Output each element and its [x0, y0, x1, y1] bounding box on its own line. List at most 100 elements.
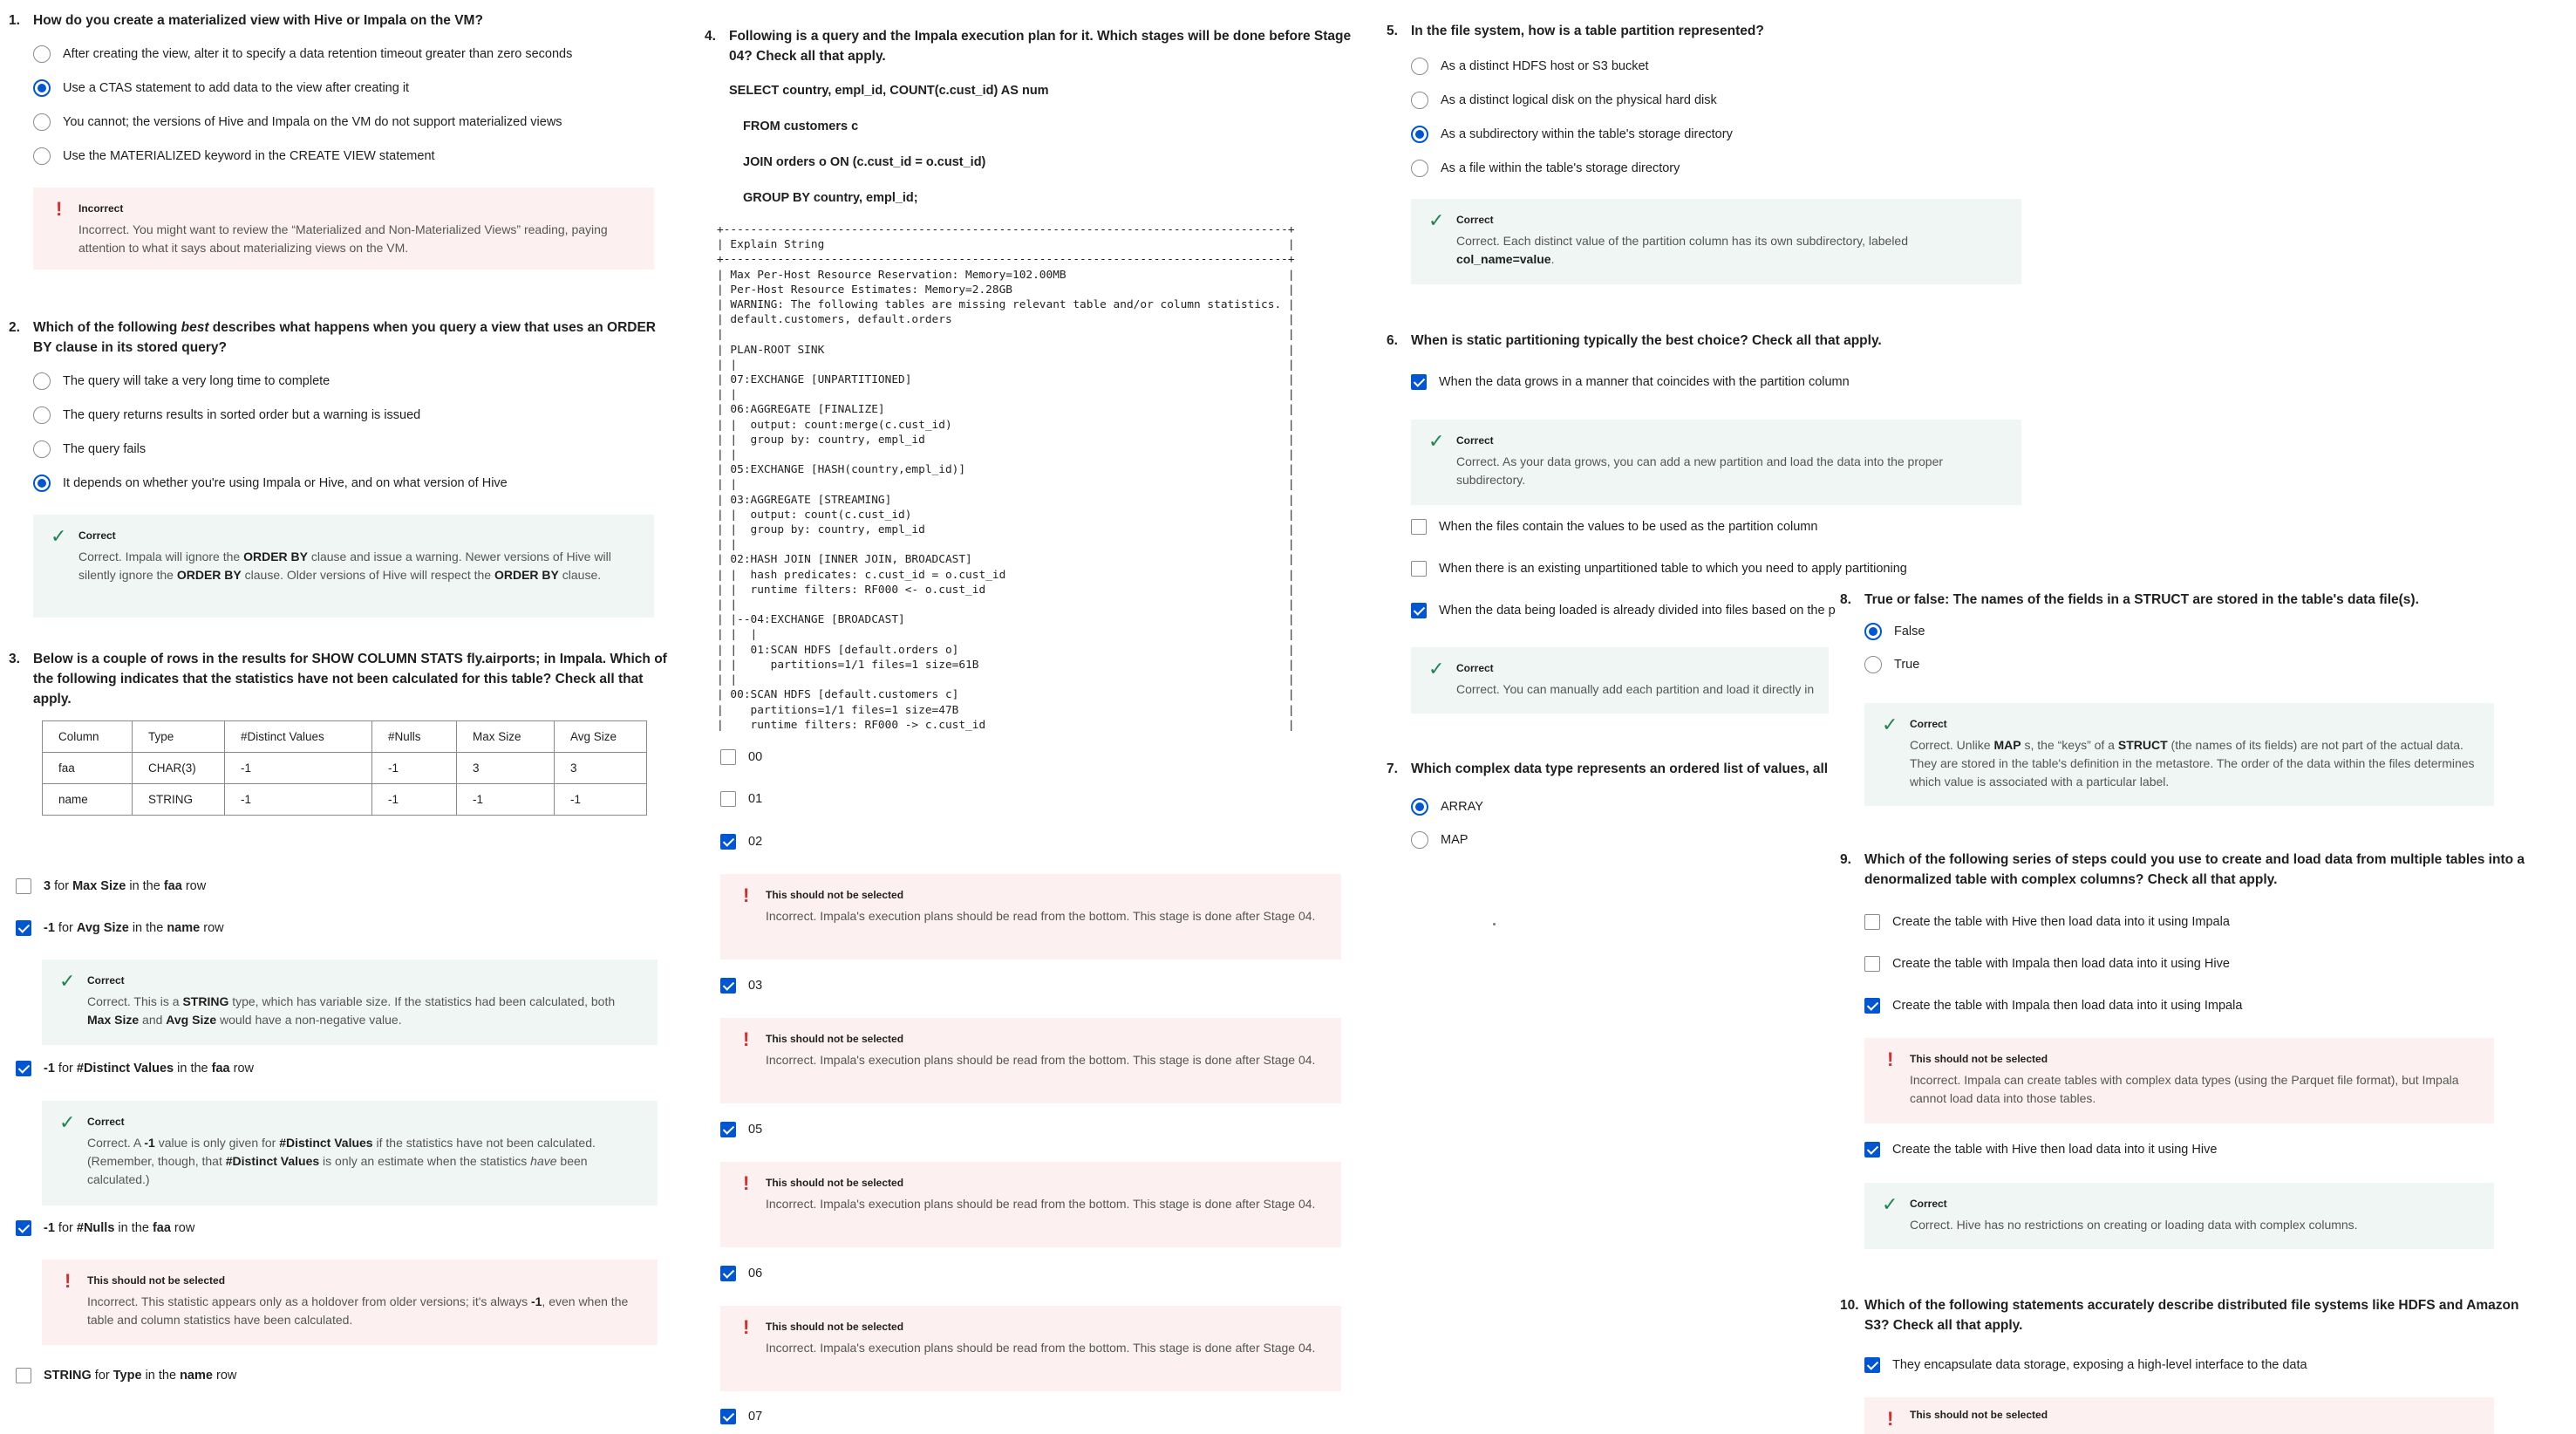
q4-option-01[interactable]: 01	[720, 789, 762, 809]
q1-option-3[interactable]: You cannot; the versions of Hive and Imp…	[33, 112, 671, 133]
q3-option-distinct-faa[interactable]: -1 for #Distinct Values in the faa row	[16, 1058, 254, 1079]
question-6: 6. When is static partitioning typically …	[1387, 331, 2049, 351]
checkbox-checked[interactable]	[1864, 998, 1880, 1014]
q9-option-4[interactable]: Create the table with Hive then load dat…	[1864, 1139, 2217, 1160]
checkbox-checked[interactable]	[720, 1409, 736, 1424]
q6-option-1[interactable]: When the data grows in a manner that coi…	[1411, 372, 1850, 393]
checkbox[interactable]	[16, 1368, 31, 1383]
q4-option-00[interactable]: 00	[720, 747, 762, 768]
radio-button[interactable]	[33, 45, 51, 63]
option-label: -1 for Avg Size in the name row	[44, 921, 224, 935]
radio-button[interactable]	[33, 440, 51, 458]
radio-button[interactable]	[1411, 831, 1428, 849]
q2-option-1[interactable]: The query will take a very long time to …	[33, 371, 671, 392]
checkbox[interactable]	[1411, 561, 1427, 577]
checkbox-checked[interactable]	[720, 1122, 736, 1137]
feedback-title: Correct	[87, 1116, 125, 1128]
table-header: Column	[42, 720, 133, 753]
question-text: Which of the following statements accura…	[1864, 1298, 2519, 1333]
q1-option-4[interactable]: Use the MATERIALIZED keyword in the CREA…	[33, 146, 671, 167]
checkbox-checked[interactable]	[16, 1061, 31, 1076]
q4-option-07[interactable]: 07	[720, 1406, 762, 1427]
exclamation-icon: !	[743, 1028, 750, 1050]
q2-option-2[interactable]: The query returns results in sorted orde…	[33, 405, 671, 426]
feedback-title: Correct	[1910, 1198, 1947, 1210]
q6-option-2[interactable]: When the files contain the values to be …	[1411, 516, 1817, 537]
radio-button-selected[interactable]	[1411, 126, 1428, 143]
q3-feedback-avg-size: ✓ Correct Correct. This is a STRING type…	[42, 959, 658, 1045]
q4-option-02[interactable]: 02	[720, 831, 762, 852]
q5-option-2[interactable]: As a distinct logical disk on the physic…	[1411, 90, 2049, 111]
radio-button[interactable]	[1411, 58, 1428, 75]
checkbox-checked[interactable]	[720, 1266, 736, 1281]
q4-option-05[interactable]: 05	[720, 1119, 762, 1140]
q5-option-3[interactable]: As a subdirectory within the table's sto…	[1411, 124, 2049, 145]
q6-option-3[interactable]: When there is an existing unpartitioned …	[1411, 558, 1907, 579]
radio-button[interactable]	[33, 113, 51, 131]
radio-button[interactable]	[1411, 92, 1428, 109]
checkbox[interactable]	[720, 749, 736, 765]
radio-button-selected[interactable]	[33, 79, 51, 97]
q4-option-06[interactable]: 06	[720, 1263, 762, 1284]
q8-option-true[interactable]: True	[1864, 654, 2538, 675]
feedback-text: Correct. This is a STRING type, which ha…	[87, 994, 616, 1027]
q6-feedback-2: ✓ Correct Correct. You can manually add …	[1411, 647, 1829, 714]
table-cell: 3	[554, 752, 647, 784]
exclamation-icon: !	[743, 1172, 750, 1194]
q9-option-2[interactable]: Create the table with Impala then load d…	[1864, 953, 2230, 974]
radio-button-selected[interactable]	[1864, 623, 1882, 640]
q9-option-3[interactable]: Create the table with Impala then load d…	[1864, 995, 2242, 1016]
q3-option-max-size-faa[interactable]: 3 for Max Size in the faa row	[16, 876, 206, 897]
q1-option-1[interactable]: After creating the view, alter it to spe…	[33, 44, 671, 65]
radio-button-selected[interactable]	[1411, 798, 1428, 816]
checkbox[interactable]	[720, 791, 736, 807]
feedback-text: Correct. As your data grows, you can add…	[1456, 454, 1944, 487]
q5-option-4[interactable]: As a file within the table's storage dir…	[1411, 158, 2049, 179]
radio-button[interactable]	[33, 372, 51, 390]
checkbox-checked[interactable]	[16, 1220, 31, 1236]
q5-option-1[interactable]: As a distinct HDFS host or S3 bucket	[1411, 56, 2049, 77]
q4-feedback-03: ! This should not be selected Incorrect.…	[720, 1018, 1341, 1103]
checkbox-checked[interactable]	[1411, 603, 1427, 618]
checkbox[interactable]	[1411, 519, 1427, 535]
question-1: 1. How do you create a materialized view …	[9, 10, 671, 167]
checkbox[interactable]	[1864, 914, 1880, 930]
q7-option-array[interactable]: ARRAY	[1411, 796, 1483, 817]
checkbox[interactable]	[16, 878, 31, 894]
checkbox-checked[interactable]	[16, 920, 31, 936]
checkbox-checked[interactable]	[1411, 374, 1427, 390]
feedback-text: Incorrect. Impala's execution plans shou…	[766, 1197, 1316, 1211]
q8-option-false[interactable]: False	[1864, 621, 2538, 642]
q7-option-map[interactable]: MAP	[1411, 830, 1468, 850]
exclamation-icon: !	[1887, 1048, 1894, 1070]
question-number: 4.	[705, 29, 716, 44]
checkbox-checked[interactable]	[1864, 1357, 1880, 1373]
radio-button[interactable]	[33, 147, 51, 165]
question-number: 8.	[1840, 592, 1851, 607]
radio-button[interactable]	[1864, 656, 1882, 673]
checkbox[interactable]	[1864, 956, 1880, 972]
q2-option-4[interactable]: It depends on whether you're using Impal…	[33, 473, 671, 494]
option-label: When the data being loaded is already di…	[1439, 604, 1836, 618]
q10-option-1[interactable]: They encapsulate data storage, exposing …	[1864, 1355, 2307, 1376]
q3-option-nulls-faa[interactable]: -1 for #Nulls in the faa row	[16, 1218, 194, 1239]
checkbox-checked[interactable]	[720, 978, 736, 994]
option-label: When the data grows in a manner that coi…	[1439, 375, 1850, 389]
feedback-text: Incorrect. Impala's execution plans shou…	[766, 1341, 1316, 1355]
q2-option-3[interactable]: The query fails	[33, 439, 671, 460]
radio-button-selected[interactable]	[33, 475, 51, 492]
table-header: Avg Size	[554, 720, 647, 753]
radio-button[interactable]	[1411, 160, 1428, 177]
q1-option-2[interactable]: Use a CTAS statement to add data to the …	[33, 78, 671, 99]
q9-option-1[interactable]: Create the table with Hive then load dat…	[1864, 912, 2230, 932]
q3-option-type-name[interactable]: STRING for Type in the name row	[16, 1365, 236, 1386]
radio-button[interactable]	[33, 406, 51, 424]
checkbox-checked[interactable]	[1864, 1142, 1880, 1157]
exclamation-icon: !	[743, 884, 750, 906]
q4-option-03[interactable]: 03	[720, 975, 762, 996]
checkbox-checked[interactable]	[720, 834, 736, 850]
q6-option-4[interactable]: When the data being loaded is already di…	[1411, 600, 1853, 621]
table-row: faa CHAR(3) -1 -1 3 3	[42, 752, 647, 784]
q3-option-avg-size-name[interactable]: -1 for Avg Size in the name row	[16, 918, 224, 939]
table-cell: 3	[456, 752, 555, 784]
